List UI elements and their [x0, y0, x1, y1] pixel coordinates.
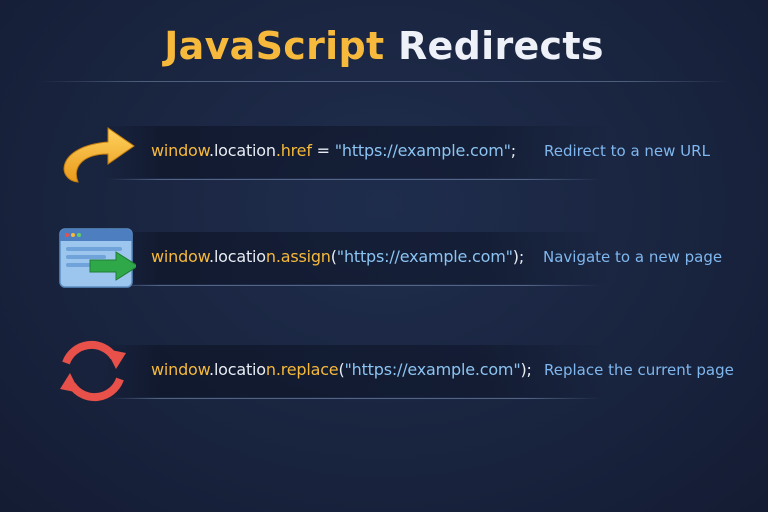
code-end: );	[512, 247, 525, 266]
browser-arrow-icon	[59, 228, 136, 288]
code-property: locatio	[213, 360, 266, 379]
description-href: Redirect to a new URL	[544, 142, 710, 160]
code-string: "https://example.com"	[336, 247, 513, 266]
code-method: replace	[280, 360, 339, 379]
description-assign: Navigate to a new page	[543, 248, 723, 266]
title-redirects: Redirects	[397, 24, 604, 68]
title-javascript: JavaScript	[164, 24, 385, 68]
code-replace: window.location.replace("https://example…	[151, 360, 532, 379]
row-divider	[110, 285, 600, 286]
page-title: JavaScript Redirects	[0, 24, 768, 68]
row-divider	[110, 398, 600, 399]
code-assign: window.location.assign("https://example.…	[151, 247, 524, 266]
code-method: href	[280, 141, 312, 160]
code-dot: n.	[265, 247, 281, 266]
code-end: ;	[510, 141, 516, 160]
row-href: window.location.href = "https://example.…	[0, 120, 768, 184]
refresh-icon	[60, 340, 126, 402]
description-replace: Replace the current page	[544, 361, 734, 379]
row-divider	[110, 179, 600, 180]
code-property: location	[213, 141, 276, 160]
code-object: window	[151, 141, 210, 160]
code-string: "https://example.com"	[334, 141, 511, 160]
curved-arrow-icon	[63, 127, 135, 183]
title-divider	[38, 81, 730, 82]
code-string: "https://example.com"	[344, 360, 521, 379]
code-method: assign	[280, 247, 331, 266]
row-assign: window.location.assign("https://example.…	[0, 226, 768, 290]
code-object: window	[151, 360, 210, 379]
code-dot: n.	[265, 360, 281, 379]
code-object: window	[151, 247, 210, 266]
code-property: locatio	[213, 247, 266, 266]
code-operator: =	[311, 141, 335, 160]
code-end: );	[520, 360, 532, 379]
row-replace: window.location.replace("https://example…	[0, 339, 768, 403]
code-href: window.location.href = "https://example.…	[151, 141, 516, 160]
